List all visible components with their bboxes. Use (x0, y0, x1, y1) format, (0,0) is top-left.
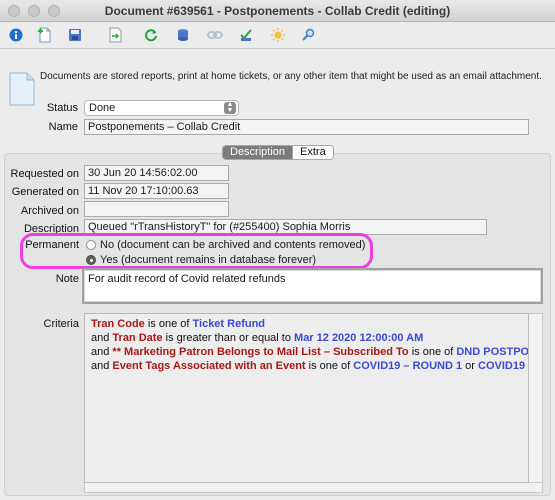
criteria-operator: is one of (305, 360, 354, 372)
name-label: Name (48, 121, 78, 133)
criteria-operator: is greater than or equal to (162, 332, 295, 344)
note-textarea[interactable]: For audit record of Covid related refund… (82, 268, 543, 304)
export-icon[interactable] (107, 27, 123, 43)
title-bar: Document #639561 - Postponements - Colla… (0, 0, 555, 22)
generated-field[interactable]: 11 Nov 20 17:10:00.63 (84, 183, 229, 199)
criteria-horizontal-scrollbar[interactable] (84, 483, 543, 493)
toolbar (0, 22, 555, 48)
requested-label: Requested on (10, 168, 80, 180)
archived-label: Archived on (20, 205, 79, 217)
new-document-icon[interactable] (37, 27, 53, 43)
checklist-icon[interactable] (238, 27, 254, 43)
tab-description[interactable]: Description (223, 146, 293, 159)
generated-label: Generated on (11, 186, 79, 198)
refresh-icon[interactable] (143, 27, 159, 43)
info-text: Documents are stored reports, print at h… (40, 71, 542, 82)
criteria-line: and Event Tags Associated with an Event … (91, 359, 528, 373)
database-icon[interactable] (175, 27, 191, 43)
status-label: Status (46, 102, 78, 114)
save-icon[interactable] (67, 27, 83, 43)
criteria-text-area[interactable]: Tran Code is one of Ticket Refund and Tra… (84, 313, 529, 483)
criteria-value: COVID19 – (478, 360, 529, 372)
criteria-operator: and (91, 346, 113, 358)
link-icon[interactable] (207, 27, 223, 43)
criteria-operator: and (91, 332, 113, 344)
note-label: Note (55, 273, 79, 285)
criteria-line: and Tran Date is greater than or equal t… (91, 331, 522, 345)
criteria-field-name: Tran Code (91, 318, 145, 330)
criteria-value: Ticket Refund (192, 318, 266, 330)
sun-icon[interactable] (270, 27, 286, 43)
toolbar-divider (0, 48, 555, 49)
archived-field[interactable] (84, 201, 229, 217)
highlight-annotation (20, 233, 373, 269)
tab-extra[interactable]: Extra (292, 146, 333, 159)
name-field[interactable]: Postponements – Collab Credit (84, 119, 529, 135)
criteria-value: COVID19 – ROUND 1 (353, 360, 463, 372)
info-icon[interactable] (8, 27, 24, 43)
chevron-updown-icon: ▲ ▼ (224, 101, 236, 114)
criteria-operator: and (91, 360, 113, 372)
criteria-line: and ** Marketing Patron Belongs to Mail … (91, 345, 528, 359)
criteria-vertical-scrollbar[interactable] (529, 313, 543, 483)
criteria-value: Mar 12 2020 12:00:00 AM (294, 332, 424, 344)
criteria-label: Criteria (43, 318, 79, 330)
status-value: Done (89, 102, 116, 114)
criteria-operator: is one of (144, 318, 193, 330)
search-icon[interactable] (300, 27, 316, 43)
criteria-field-name: ** Marketing Patron Belongs to Mail List… (112, 346, 409, 358)
criteria-value: DND POSTPONE (456, 346, 529, 358)
document-icon (8, 72, 36, 106)
criteria-operator: or (462, 360, 479, 372)
tab-bar: Description Extra (222, 145, 334, 160)
status-select[interactable]: Done ▲ ▼ (84, 100, 239, 116)
document-window: Document #639561 - Postponements - Colla… (0, 0, 555, 500)
criteria-line: Tran Code is one of Ticket Refund (91, 317, 522, 331)
requested-field[interactable]: 30 Jun 20 14:56:02.00 (84, 165, 229, 181)
criteria-operator: is one of (408, 346, 457, 358)
criteria-field-name: Event Tags Associated with an Event (112, 360, 306, 372)
window-title: Document #639561 - Postponements - Colla… (104, 4, 451, 18)
criteria-field-name: Tran Date (112, 332, 163, 344)
